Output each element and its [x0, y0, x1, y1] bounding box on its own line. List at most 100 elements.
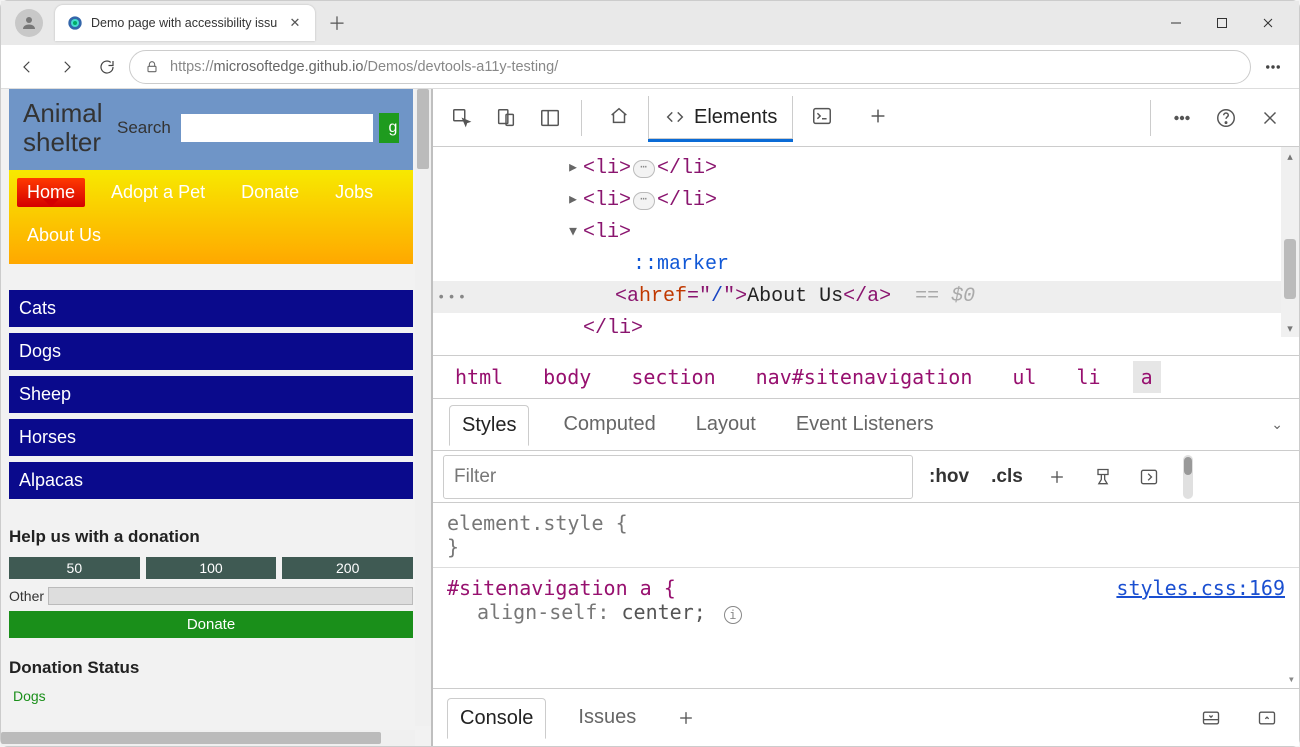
- dom-breadcrumb: html body section nav#sitenavigation ul …: [433, 355, 1299, 399]
- styles-tab-styles[interactable]: Styles: [449, 405, 529, 446]
- drawer-tab-console[interactable]: Console: [447, 698, 546, 739]
- other-label: Other: [9, 588, 44, 604]
- dock-side-icon[interactable]: [529, 97, 571, 139]
- nav-jobs[interactable]: Jobs: [325, 178, 383, 207]
- donation-heading: Help us with a donation: [9, 527, 413, 547]
- amount-option[interactable]: 100: [146, 557, 277, 579]
- close-devtools-icon[interactable]: [1249, 97, 1291, 139]
- window-close-button[interactable]: [1245, 7, 1291, 39]
- crumb-active[interactable]: a: [1133, 361, 1161, 393]
- category-item[interactable]: Horses: [9, 419, 413, 456]
- category-item[interactable]: Alpacas: [9, 462, 413, 499]
- dom-node[interactable]: ▸<li>⋯</li>: [563, 185, 1299, 217]
- toggle-hov[interactable]: :hov: [923, 462, 975, 492]
- donation-status-heading: Donation Status: [9, 658, 413, 678]
- new-tab-button[interactable]: ＋: [321, 7, 353, 39]
- url-text: https://microsoftedge.github.io/Demos/de…: [170, 59, 1236, 75]
- new-tool-tab[interactable]: [851, 95, 905, 141]
- horizontal-scrollbar[interactable]: [1, 730, 415, 746]
- window-minimize-button[interactable]: [1153, 7, 1199, 39]
- drawer-dock-icon[interactable]: [1193, 700, 1229, 736]
- crumb[interactable]: section: [623, 361, 723, 393]
- styles-sidebar: Styles Computed Layout Event Listeners ⌄…: [433, 399, 1299, 688]
- device-toolbar-icon[interactable]: [485, 97, 527, 139]
- nav-adopt[interactable]: Adopt a Pet: [101, 178, 215, 207]
- donate-button[interactable]: Donate: [9, 611, 413, 638]
- dom-node[interactable]: </li>: [563, 313, 1299, 345]
- browser-toolbar: https://microsoftedge.github.io/Demos/de…: [1, 45, 1299, 89]
- page-header: Animal shelter Search g: [9, 89, 413, 170]
- styles-rules[interactable]: element.style { } #sitenavigation a { st…: [433, 503, 1299, 688]
- info-icon[interactable]: i: [724, 606, 742, 624]
- other-amount-input[interactable]: [48, 587, 413, 605]
- crumb[interactable]: ul: [1004, 361, 1044, 393]
- forward-button[interactable]: [49, 49, 85, 85]
- styles-filter-input[interactable]: Filter: [443, 455, 913, 499]
- category-item[interactable]: Cats: [9, 290, 413, 327]
- dom-node[interactable]: ▾<li>: [563, 217, 1299, 249]
- source-link[interactable]: styles.css:169: [1116, 576, 1285, 600]
- inspect-element-icon[interactable]: [441, 97, 483, 139]
- styles-filter-bar: Filter :hov .cls: [433, 451, 1299, 503]
- elements-tab[interactable]: Elements: [648, 96, 793, 142]
- drawer-tab-issues[interactable]: Issues: [566, 698, 648, 737]
- edge-favicon-icon: [67, 15, 83, 31]
- profile-avatar[interactable]: [15, 9, 43, 37]
- chevron-down-icon[interactable]: ⌄: [1271, 416, 1283, 433]
- search-label: Search: [117, 118, 171, 138]
- code-icon: [664, 106, 686, 128]
- address-bar[interactable]: https://microsoftedge.github.io/Demos/de…: [129, 50, 1251, 84]
- dom-tree-panel: ▸<li>⋯</li> ▸<li>⋯</li> ▾<li> ::marker <…: [433, 147, 1299, 355]
- drawer-expand-icon[interactable]: [1249, 700, 1285, 736]
- window-titlebar: Demo page with accessibility issu ✕ ＋: [1, 1, 1299, 45]
- dom-node-selected[interactable]: <a href="/">About Us</a> == $0: [433, 281, 1299, 313]
- search-input[interactable]: [181, 114, 373, 142]
- styles-tab-listeners[interactable]: Event Listeners: [790, 407, 940, 442]
- welcome-tab[interactable]: [592, 95, 646, 141]
- window-maximize-button[interactable]: [1199, 7, 1245, 39]
- styles-tab-computed[interactable]: Computed: [557, 407, 661, 442]
- styles-tabs: Styles Computed Layout Event Listeners ⌄: [433, 399, 1299, 451]
- toggle-cls[interactable]: .cls: [985, 462, 1029, 492]
- add-drawer-tab-icon[interactable]: [668, 700, 704, 736]
- devtools-drawer: Console Issues: [433, 688, 1299, 746]
- crumb[interactable]: html: [447, 361, 511, 393]
- dom-scrollbar[interactable]: ▴▾: [1281, 147, 1299, 337]
- page-viewport: Animal shelter Search g Home Adopt a Pet…: [1, 89, 431, 746]
- site-navigation: Home Adopt a Pet Donate Jobs About Us: [9, 170, 413, 264]
- crumb[interactable]: li: [1068, 361, 1108, 393]
- vertical-scrollbar[interactable]: [415, 89, 431, 726]
- category-item[interactable]: Dogs: [9, 333, 413, 370]
- back-button[interactable]: [9, 49, 45, 85]
- more-tools-icon[interactable]: [1161, 97, 1203, 139]
- nav-about[interactable]: About Us: [17, 221, 111, 250]
- nav-home[interactable]: Home: [17, 178, 85, 207]
- settings-menu-button[interactable]: [1255, 49, 1291, 85]
- category-item[interactable]: Sheep: [9, 376, 413, 413]
- amount-option[interactable]: 200: [282, 557, 413, 579]
- category-list: Cats Dogs Sheep Horses Alpacas: [9, 290, 413, 499]
- page-title: Animal shelter: [23, 99, 113, 156]
- elements-tab-label: Elements: [694, 106, 777, 129]
- new-style-rule-icon[interactable]: [1039, 459, 1075, 495]
- help-icon[interactable]: [1205, 97, 1247, 139]
- dom-pseudo[interactable]: ::marker: [563, 249, 1299, 281]
- console-tab-header[interactable]: [795, 95, 849, 141]
- dom-node[interactable]: ▸<li>⋯</li>: [563, 153, 1299, 185]
- styles-scrollbar[interactable]: [1183, 455, 1193, 499]
- crumb[interactable]: body: [535, 361, 599, 393]
- devtools-toolbar: Elements: [433, 89, 1299, 147]
- amount-option[interactable]: 50: [9, 557, 140, 579]
- browser-tab[interactable]: Demo page with accessibility issu ✕: [55, 5, 315, 41]
- brush-icon[interactable]: [1085, 459, 1121, 495]
- computed-panel-icon[interactable]: [1131, 459, 1167, 495]
- donation-amounts: 50 100 200: [9, 557, 413, 579]
- styles-tab-layout[interactable]: Layout: [690, 407, 762, 442]
- tab-close-icon[interactable]: ✕: [287, 15, 303, 31]
- search-go-button[interactable]: g: [379, 113, 399, 143]
- refresh-button[interactable]: [89, 49, 125, 85]
- devtools-panel: Elements ▸<li>⋯</li> ▸<li>⋯</li> ▾<li> :…: [431, 89, 1299, 746]
- nav-donate[interactable]: Donate: [231, 178, 309, 207]
- tab-title: Demo page with accessibility issu: [91, 16, 279, 30]
- crumb[interactable]: nav#sitenavigation: [748, 361, 981, 393]
